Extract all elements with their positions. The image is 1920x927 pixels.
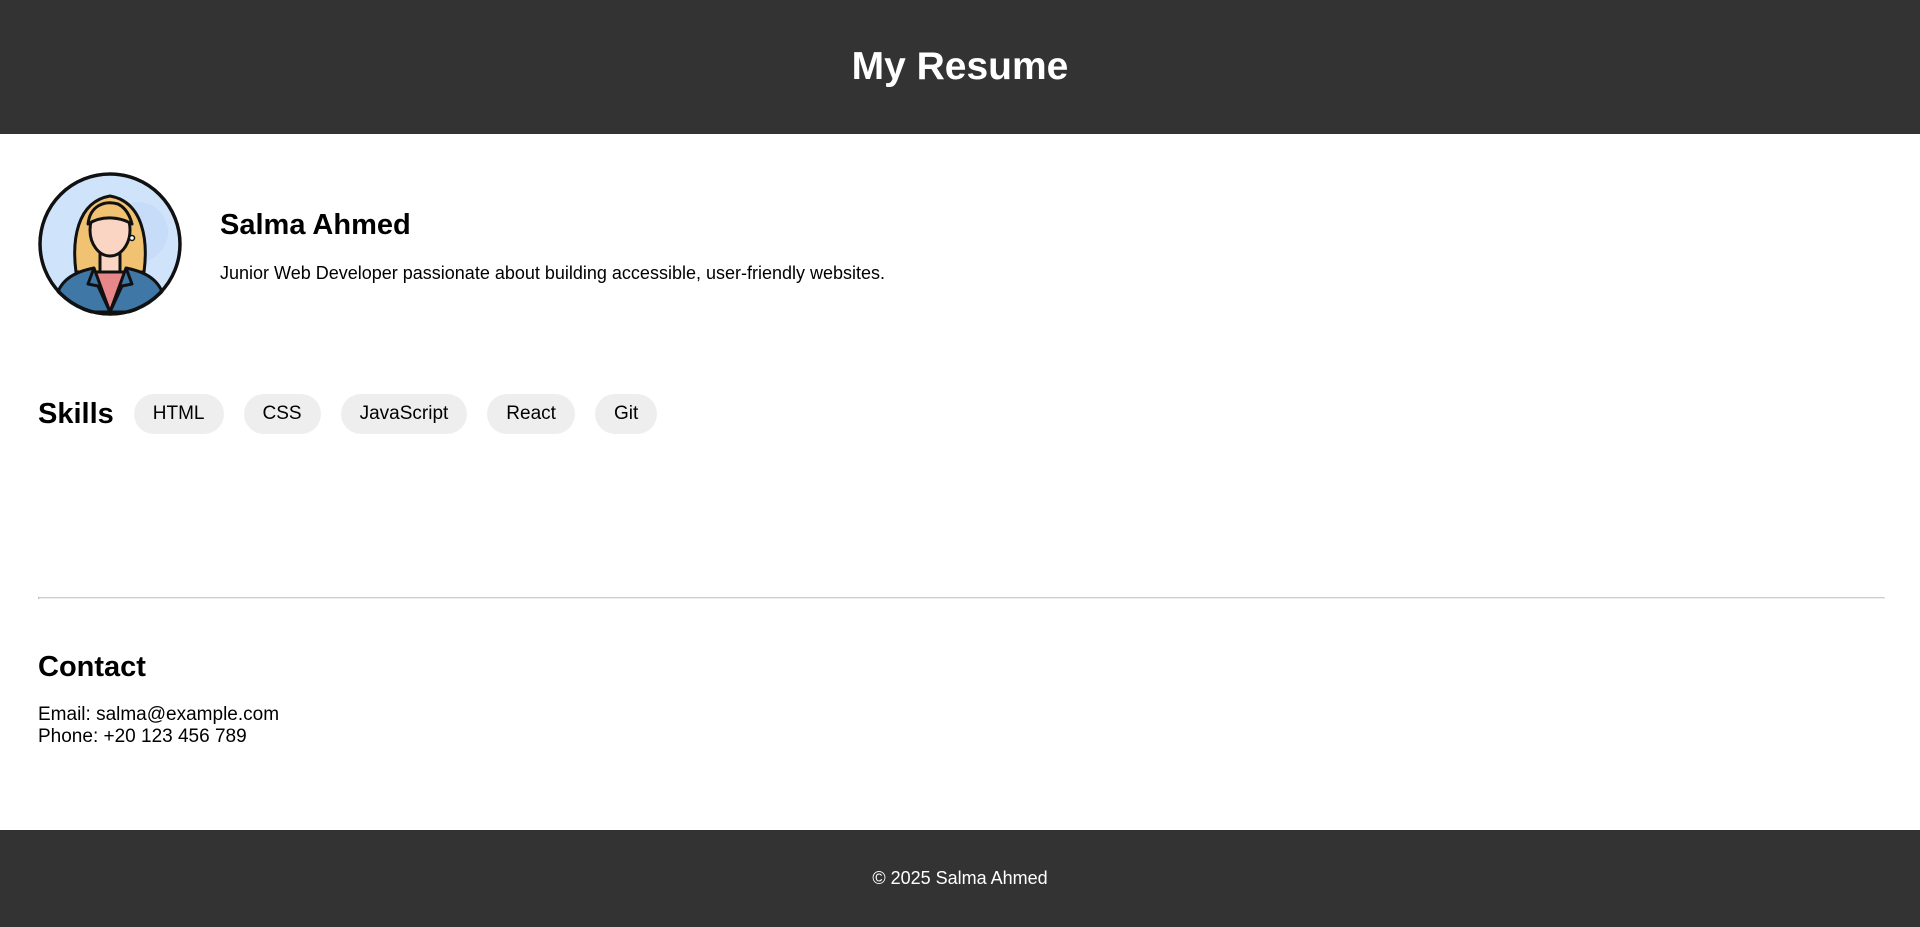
skills-heading: Skills (38, 397, 114, 430)
avatar (38, 172, 182, 316)
skill-tag: CSS (243, 394, 321, 434)
skill-tag: Git (594, 394, 658, 434)
contact-email: Email: salma@example.com (38, 704, 280, 726)
section-divider (38, 597, 1885, 599)
skill-tag: JavaScript (340, 394, 468, 434)
skills-section: Skills HTML CSS JavaScript React Git (38, 394, 677, 434)
profile-text: Salma Ahmed Junior Web Developer passion… (220, 208, 885, 284)
skill-tag: React (487, 394, 575, 434)
skill-tags: HTML CSS JavaScript React Git (133, 394, 677, 434)
woman-avatar-icon (38, 172, 182, 316)
profile-name: Salma Ahmed (220, 208, 411, 241)
skill-tag: HTML (133, 394, 224, 434)
contact-section: Contact Email: salma@example.com Phone: … (38, 651, 279, 748)
footer-copyright: © 2025 Salma Ahmed (872, 868, 1048, 888)
contact-heading: Contact (38, 651, 146, 683)
contact-phone: Phone: +20 123 456 789 (38, 726, 247, 748)
profile-bio: Junior Web Developer passionate about bu… (220, 262, 886, 283)
site-footer: © 2025 Salma Ahmed (0, 830, 1920, 927)
site-header: My Resume (0, 0, 1920, 134)
page-title: My Resume (851, 45, 1069, 88)
profile-section: Salma Ahmed Junior Web Developer passion… (38, 172, 885, 316)
